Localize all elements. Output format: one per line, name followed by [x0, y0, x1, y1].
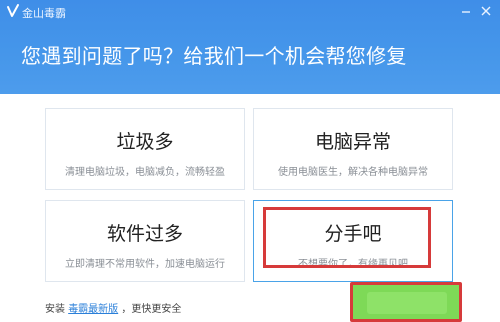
card-title: 分手吧 — [324, 223, 382, 245]
footer-text: 安装 毒霸最新版 ，更快更安全 — [45, 300, 181, 315]
minimize-icon[interactable] — [458, 3, 474, 19]
card-description: 清理电脑垃圾，电脑减负，流畅轻盈 — [65, 167, 225, 178]
option-card-break-up[interactable]: 分手吧 不想要你了，有缘再见吧 — [253, 200, 453, 282]
action-button[interactable] — [350, 282, 462, 322]
title-bar: 金山毒霸 — [0, 0, 500, 24]
close-icon[interactable] — [478, 3, 494, 19]
card-title: 电脑异常 — [314, 131, 391, 153]
page-title: 您遇到问题了吗？给我们一个机会帮您修复 — [21, 44, 407, 68]
option-card-too-many-software[interactable]: 软件过多 立即清理不常用软件，加速电脑运行 — [45, 200, 245, 282]
card-description: 使用电脑医生，解决各种电脑异常 — [278, 167, 428, 178]
header-banner: 金山毒霸 您遇到问题了吗？给我们一个机会帮您修复 — [0, 0, 500, 94]
blurred-button-label — [367, 292, 447, 314]
card-description: 立即清理不常用软件，加速电脑运行 — [65, 259, 225, 270]
footer-prefix: 安装 — [45, 304, 65, 315]
kingsoft-logo-icon — [7, 4, 19, 17]
latest-version-link[interactable]: 毒霸最新版 — [68, 304, 118, 315]
window-title: 金山毒霸 — [22, 7, 66, 20]
card-title: 软件过多 — [106, 223, 183, 245]
footer-suffix: ，更快更安全 — [121, 304, 182, 315]
card-title: 垃圾多 — [116, 131, 174, 153]
option-card-junk[interactable]: 垃圾多 清理电脑垃圾，电脑减负，流畅轻盈 — [45, 108, 245, 190]
option-card-pc-abnormal[interactable]: 电脑异常 使用电脑医生，解决各种电脑异常 — [253, 108, 453, 190]
card-description: 不想要你了，有缘再见吧 — [298, 259, 408, 270]
options-area: 垃圾多 清理电脑垃圾，电脑减负，流畅轻盈 电脑异常 使用电脑医生，解决各种电脑异… — [0, 94, 500, 322]
uninstall-dialog: 金山毒霸 您遇到问题了吗？给我们一个机会帮您修复 垃圾多 清理电脑垃圾，电脑减负… — [0, 0, 500, 322]
